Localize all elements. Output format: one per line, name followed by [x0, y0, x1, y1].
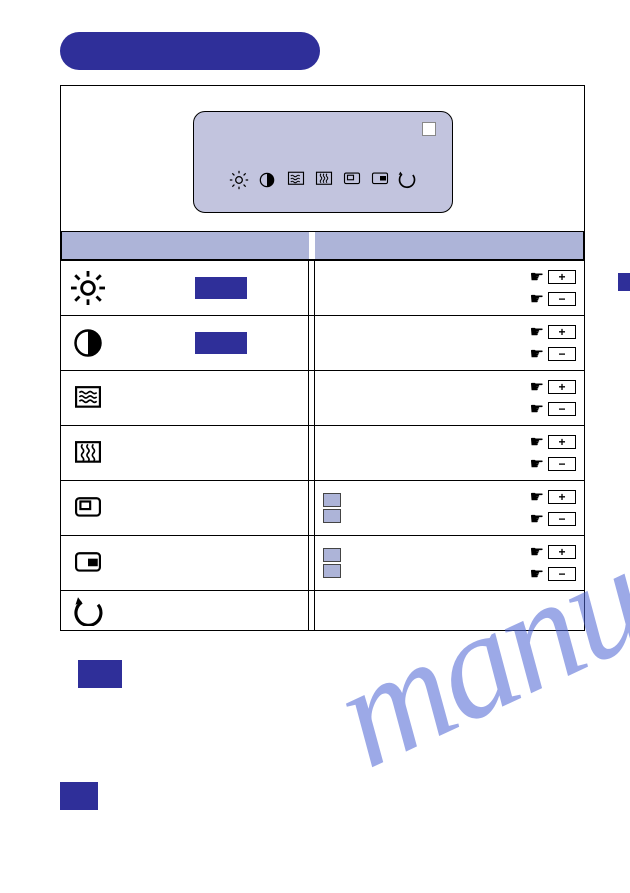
preview-rect — [323, 548, 341, 562]
row-icon-cell — [61, 481, 309, 535]
text-block — [60, 782, 98, 810]
hand-icon: ☛ — [530, 289, 544, 309]
section-title-pill — [60, 32, 320, 70]
table-header — [61, 231, 584, 260]
plus-button[interactable]: + — [548, 545, 576, 559]
value-block — [195, 332, 247, 354]
row-icon-cell — [61, 536, 309, 590]
h-ripple-icon — [285, 170, 305, 190]
hand-icon: ☛ — [530, 267, 544, 287]
position-icon — [71, 546, 105, 580]
hand-icon: ☛ — [530, 322, 544, 342]
plus-button[interactable]: + — [548, 435, 576, 449]
preview-rect — [323, 564, 341, 578]
row-icon-cell — [61, 591, 309, 630]
hand-icon: ☛ — [530, 344, 544, 364]
plus-minus-group: ☛ + ☛− — [530, 432, 576, 474]
osd-panel — [193, 111, 453, 213]
recall-icon — [71, 594, 105, 628]
hand-icon: ☛ — [530, 454, 544, 474]
h-ripple-icon — [71, 381, 105, 415]
preview-rect — [323, 493, 341, 507]
brightness-icon — [71, 271, 105, 305]
minus-button[interactable]: − — [548, 567, 576, 581]
plus-button[interactable]: + — [548, 490, 576, 504]
plus-minus-group: ☛ + ☛− — [530, 377, 576, 419]
osd-icon-row — [194, 170, 452, 190]
recall-icon — [397, 170, 417, 190]
row-icon-cell — [61, 426, 309, 480]
header-left — [61, 232, 309, 260]
minus-button[interactable]: − — [548, 402, 576, 416]
plus-button[interactable]: + — [548, 325, 576, 339]
settings-table: ☛+ ☛− ☛+ ☛− ☛+ — [60, 85, 585, 631]
minus-button[interactable]: − — [548, 347, 576, 361]
contrast-icon — [71, 326, 105, 360]
row-control-cell: ☛ + ☛− — [315, 371, 584, 425]
contrast-icon — [257, 170, 277, 190]
row-icon-cell — [61, 261, 309, 315]
row-control-cell: ☛ + ☛− — [315, 426, 584, 480]
position-icon — [369, 170, 389, 190]
v-ripple-icon — [71, 436, 105, 470]
plus-minus-group: ☛ + ☛− — [530, 487, 576, 529]
row-control-cell: ☛ + ☛− — [315, 261, 584, 315]
hand-icon: ☛ — [530, 399, 544, 419]
table-row: ☛ + ☛− — [61, 425, 584, 480]
row-control-cell: ☛ + ☛− — [315, 316, 584, 370]
row-icon-cell — [61, 371, 309, 425]
table-row — [61, 590, 584, 630]
table-row: ☛ + ☛− — [61, 315, 584, 370]
table-row: ☛ + ☛− — [61, 260, 584, 315]
hand-icon: ☛ — [530, 564, 544, 584]
plus-button[interactable]: + — [548, 380, 576, 394]
osd-indicator — [422, 122, 436, 136]
row-control-cell: ☛ + ☛− — [315, 481, 584, 535]
table-row: ☛ + ☛− — [61, 370, 584, 425]
plus-minus-group: ☛ + ☛− — [530, 542, 576, 584]
value-block — [195, 277, 247, 299]
row-control-cell: ☛ + ☛− — [315, 536, 584, 590]
plus-button[interactable]: + — [548, 270, 576, 284]
size-icon — [341, 170, 361, 190]
hand-icon: ☛ — [530, 377, 544, 397]
header-right — [315, 232, 584, 260]
row-icon-cell — [61, 316, 309, 370]
minus-button[interactable]: − — [548, 512, 576, 526]
table-row: ☛ + ☛− — [61, 535, 584, 590]
size-preview — [323, 493, 341, 523]
minus-button[interactable]: − — [548, 292, 576, 306]
plus-minus-group: ☛ + ☛− — [530, 322, 576, 364]
table-row: ☛ + ☛− — [61, 480, 584, 535]
size-icon — [71, 491, 105, 525]
position-preview — [323, 548, 341, 578]
page-edge-tab — [618, 273, 630, 291]
plus-minus-group: ☛ + ☛− — [530, 267, 576, 309]
hand-icon: ☛ — [530, 487, 544, 507]
hand-icon: ☛ — [530, 509, 544, 529]
preview-rect — [323, 509, 341, 523]
text-block — [78, 660, 122, 688]
hand-icon: ☛ — [530, 542, 544, 562]
hand-icon: ☛ — [530, 432, 544, 452]
brightness-icon — [229, 170, 249, 190]
v-ripple-icon — [313, 170, 333, 190]
minus-button[interactable]: − — [548, 457, 576, 471]
row-control-cell — [315, 591, 584, 630]
